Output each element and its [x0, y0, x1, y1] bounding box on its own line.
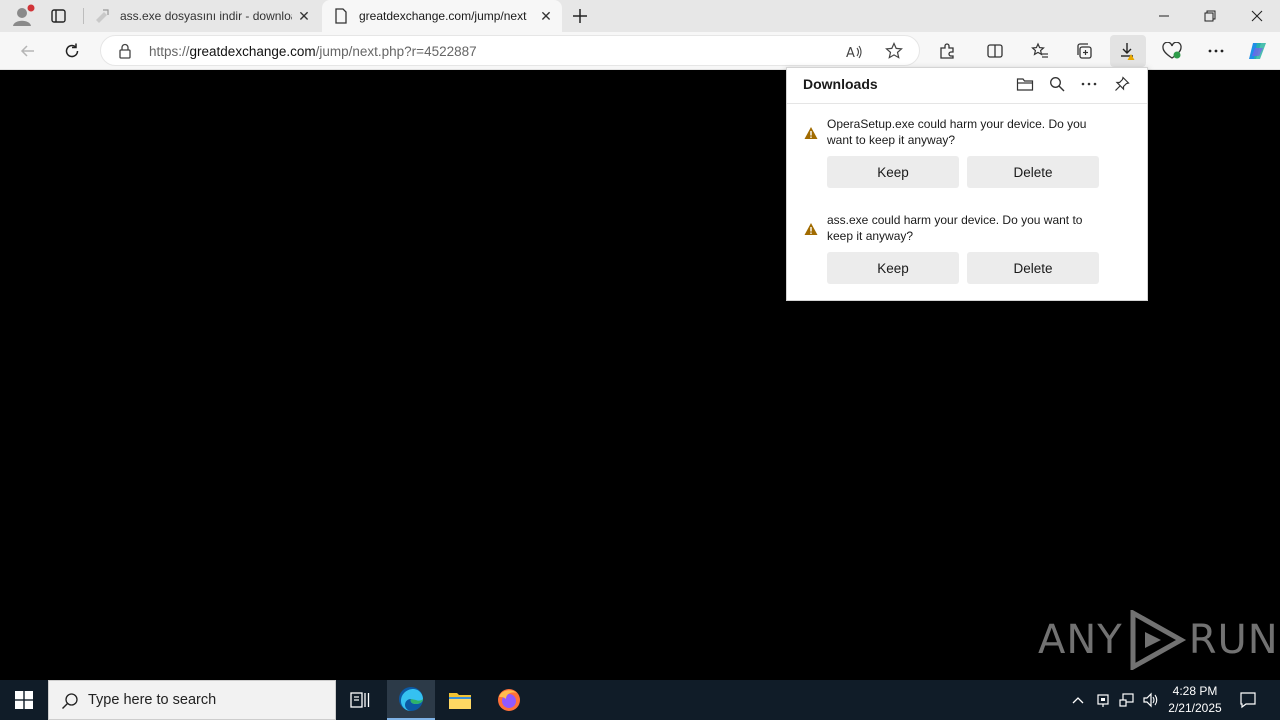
open-folder-icon[interactable]	[1013, 74, 1037, 94]
page-icon	[334, 8, 348, 24]
svg-text:A: A	[846, 46, 855, 61]
volume-icon[interactable]	[1140, 680, 1162, 720]
anyrun-watermark: ANY RUN	[1038, 608, 1279, 672]
more-options-icon[interactable]	[1200, 35, 1232, 67]
favorite-star-icon[interactable]	[885, 42, 903, 60]
taskbar-search-box[interactable]: Type here to search	[48, 680, 336, 720]
tab-ass-exe[interactable]: ass.exe dosyasını indir - downloa ✕	[84, 0, 320, 32]
watermark-left: ANY	[1038, 617, 1123, 663]
keep-button[interactable]: Keep	[827, 252, 959, 284]
restore-icon[interactable]	[1187, 0, 1233, 32]
copilot-icon[interactable]	[1242, 35, 1274, 67]
pin-icon[interactable]	[1110, 74, 1134, 94]
play-logo-icon	[1125, 608, 1187, 672]
refresh-icon[interactable]	[56, 35, 88, 67]
clock-time: 4:28 PM	[1172, 684, 1218, 698]
windows-start-icon[interactable]	[0, 680, 48, 720]
browser-toolbar: https://greatdexchange.com/jump/next.php…	[0, 32, 1280, 70]
collections-icon[interactable]	[1068, 35, 1100, 67]
download-item: ass.exe could harm your device. Do you w…	[787, 204, 1147, 300]
lock-icon[interactable]	[118, 43, 132, 59]
close-tab-icon[interactable]: ✕	[296, 8, 312, 24]
more-options-icon[interactable]	[1077, 74, 1101, 94]
tab-title: greatdexchange.com/jump/next	[359, 9, 527, 23]
clock-date: 2/21/2025	[1168, 701, 1222, 715]
new-tab-icon[interactable]	[570, 6, 590, 26]
task-view-icon[interactable]	[336, 680, 384, 720]
tab-title: ass.exe dosyasını indir - downloa	[120, 9, 292, 23]
tab-greatdexchange[interactable]: greatdexchange.com/jump/next ✕	[322, 0, 562, 32]
search-icon	[61, 692, 79, 710]
divider	[787, 103, 1147, 104]
url-prefix: https://	[149, 44, 190, 59]
downloads-panel: Downloads OperaSetup.exe could harm your…	[786, 67, 1148, 301]
firefox-icon[interactable]	[485, 680, 533, 720]
tab-strip: ass.exe dosyasını indir - downloa ✕ grea…	[0, 0, 1280, 32]
favorites-icon[interactable]	[1024, 35, 1056, 67]
download-warning-text: ass.exe could harm your device. Do you w…	[827, 213, 1083, 243]
script-icon	[94, 8, 110, 24]
delete-button[interactable]: Delete	[967, 252, 1099, 284]
close-window-icon[interactable]	[1234, 0, 1280, 32]
split-screen-icon[interactable]	[979, 35, 1011, 67]
tab-actions-icon[interactable]	[50, 8, 68, 24]
downloads-icon[interactable]	[1110, 35, 1146, 67]
address-bar[interactable]: https://greatdexchange.com/jump/next.php…	[100, 35, 920, 66]
edge-taskbar-icon[interactable]	[387, 680, 435, 720]
keep-button[interactable]: Keep	[827, 156, 959, 188]
search-placeholder: Type here to search	[88, 692, 217, 708]
show-hidden-icons[interactable]	[1068, 680, 1088, 720]
warning-icon	[804, 126, 818, 140]
network-icon[interactable]	[1116, 680, 1138, 720]
profile-icon[interactable]	[6, 4, 38, 28]
close-tab-icon[interactable]: ✕	[538, 8, 554, 24]
taskbar: Type here to search 4:28 PM 2/21/2025	[0, 680, 1280, 720]
read-aloud-icon[interactable]: A	[845, 43, 863, 61]
search-icon[interactable]	[1045, 74, 1069, 94]
download-warning-text: OperaSetup.exe could harm your device. D…	[827, 117, 1087, 147]
file-explorer-icon[interactable]	[436, 680, 484, 720]
notification-icon[interactable]	[1234, 680, 1262, 720]
watermark-right: RUN	[1188, 617, 1279, 663]
downloads-title: Downloads	[803, 76, 878, 92]
device-icon[interactable]	[1092, 680, 1114, 720]
url-path: /jump/next.php?r=4522887	[315, 44, 477, 59]
extensions-icon[interactable]	[931, 35, 963, 67]
minimize-icon[interactable]	[1141, 0, 1187, 32]
taskbar-clock[interactable]: 4:28 PM 2/21/2025	[1160, 683, 1230, 717]
delete-button[interactable]: Delete	[967, 156, 1099, 188]
warning-icon	[804, 222, 818, 236]
browser-essentials-icon[interactable]	[1156, 35, 1188, 67]
url-text[interactable]: https://greatdexchange.com/jump/next.php…	[149, 44, 477, 59]
download-item: OperaSetup.exe could harm your device. D…	[787, 108, 1147, 204]
url-host: greatdexchange.com	[189, 44, 316, 59]
back-icon[interactable]	[12, 35, 44, 67]
